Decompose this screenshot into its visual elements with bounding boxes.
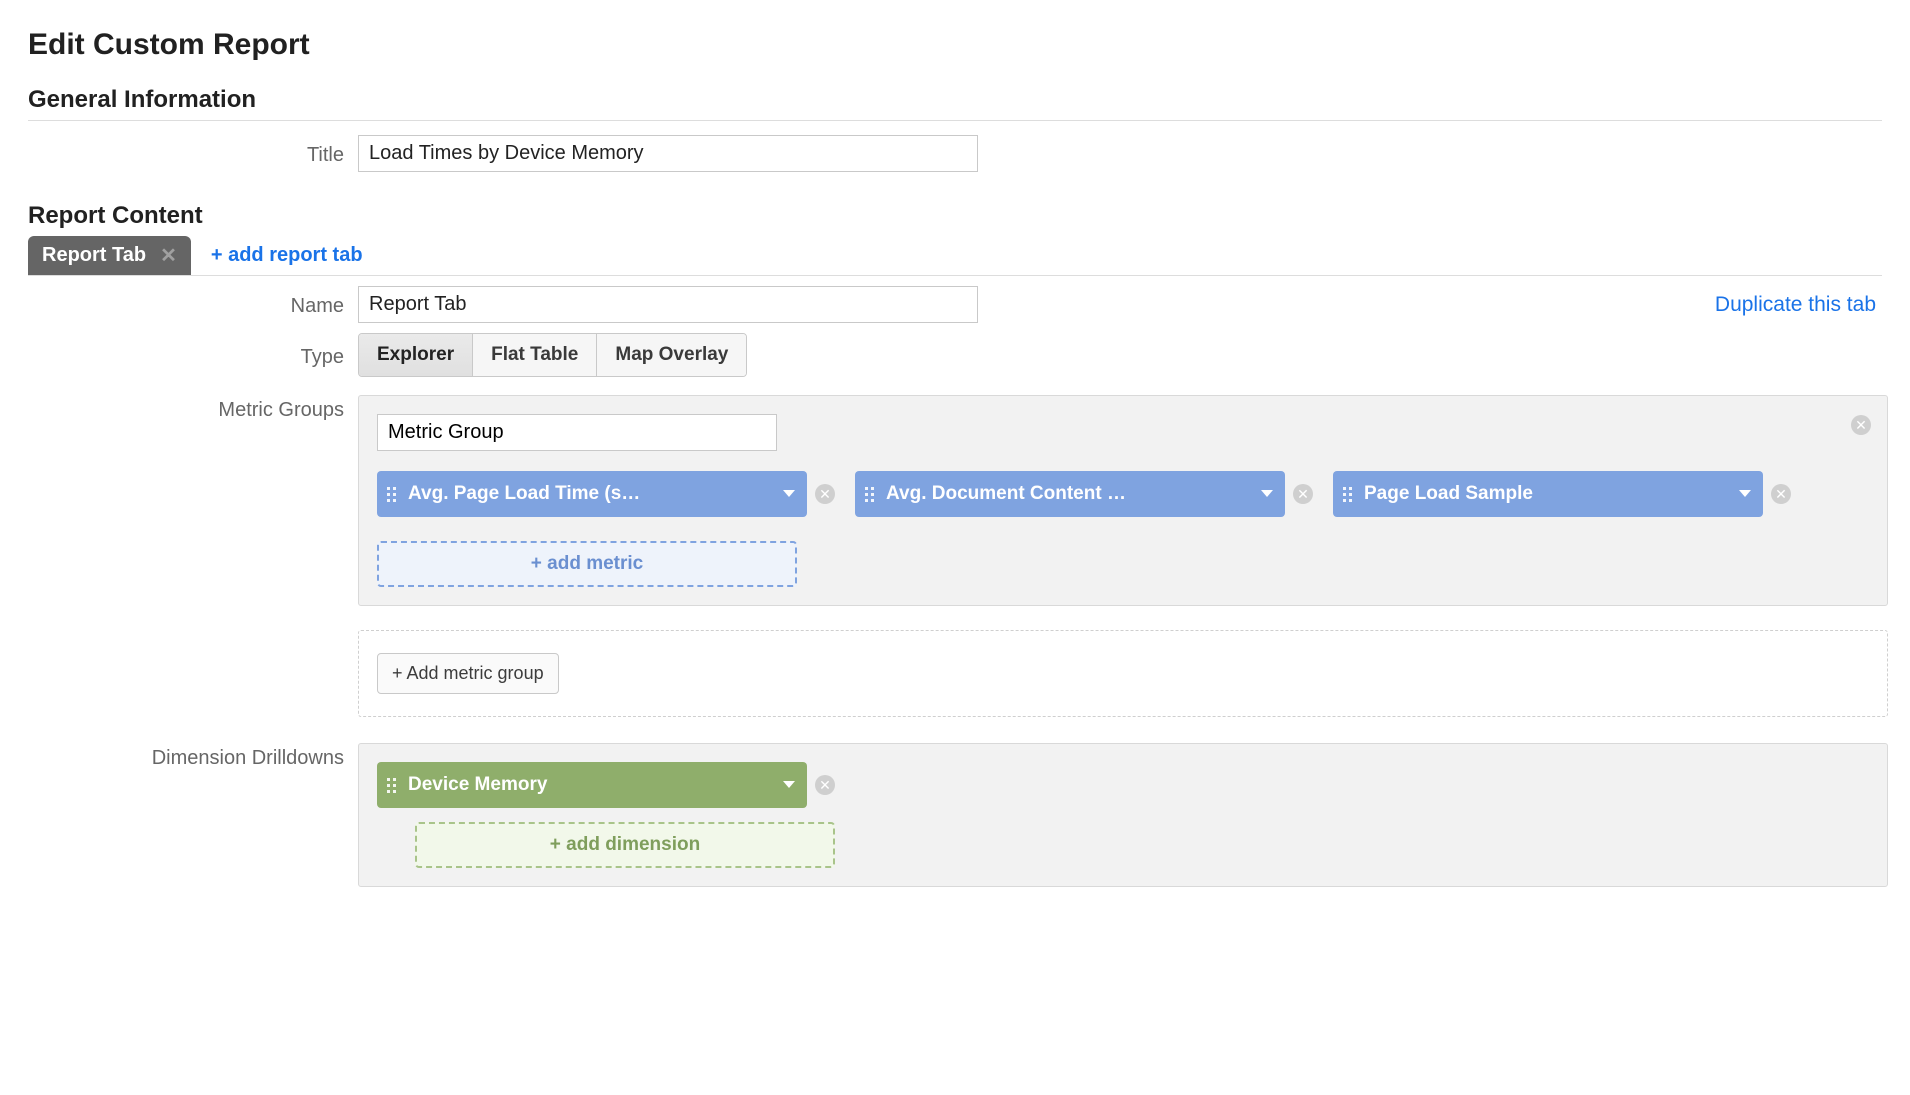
caret-down-icon: [783, 781, 795, 789]
type-option-flat-table[interactable]: Flat Table: [472, 334, 596, 376]
drag-handle-icon[interactable]: [1343, 487, 1352, 502]
metric-chip-wrap: Avg. Page Load Time (s… ✕: [377, 471, 835, 517]
metric-groups-label: Metric Groups: [28, 395, 358, 422]
section-report-content: Report Content: [28, 202, 1882, 232]
remove-metric-group-button[interactable]: ✕: [1851, 410, 1871, 436]
tab-type-segmented: Explorer Flat Table Map Overlay: [358, 333, 747, 377]
dimension-chip-column: Device Memory ✕ + add dimension: [377, 762, 1869, 868]
drag-handle-icon[interactable]: [865, 487, 874, 502]
caret-down-icon: [1739, 490, 1751, 498]
remove-metric-button[interactable]: ✕: [815, 484, 835, 504]
close-icon[interactable]: ✕: [160, 246, 177, 266]
type-option-explorer[interactable]: Explorer: [359, 334, 472, 376]
type-option-map-overlay[interactable]: Map Overlay: [596, 334, 746, 376]
edit-custom-report-page: Edit Custom Report General Information T…: [0, 0, 1910, 917]
metric-chip-page-load-sample[interactable]: Page Load Sample: [1333, 471, 1763, 517]
metric-chip-label: Page Load Sample: [1364, 483, 1729, 505]
drag-handle-icon[interactable]: [387, 778, 396, 793]
metric-chip-avg-document-content[interactable]: Avg. Document Content …: [855, 471, 1285, 517]
report-title-input[interactable]: [358, 135, 978, 172]
title-label: Title: [28, 140, 358, 167]
metric-group-name-input[interactable]: [377, 414, 777, 451]
metric-chip-label: Avg. Document Content …: [886, 483, 1251, 505]
metric-groups-row: Metric Groups ✕ Avg. Page Load Time (s… …: [28, 395, 1882, 717]
tab-type-row: Type Explorer Flat Table Map Overlay: [28, 333, 1882, 377]
dimension-drilldowns-label: Dimension Drilldowns: [28, 743, 358, 770]
title-row: Title: [28, 135, 1882, 172]
metric-chip-row: Avg. Page Load Time (s… ✕ Avg. Document …: [377, 471, 1869, 587]
dimension-drilldowns-row: Dimension Drilldowns Device Memory ✕ + a…: [28, 743, 1882, 887]
duplicate-tab-link[interactable]: Duplicate this tab: [1715, 293, 1882, 317]
metric-chip-label: Avg. Page Load Time (s…: [408, 483, 773, 505]
metric-chip-avg-page-load-time[interactable]: Avg. Page Load Time (s…: [377, 471, 807, 517]
add-metric-group-button[interactable]: + Add metric group: [377, 653, 559, 694]
add-dimension-button[interactable]: + add dimension: [415, 822, 835, 868]
section-general-information: General Information: [28, 86, 1882, 116]
close-icon: ✕: [815, 484, 835, 504]
dimension-chip-device-memory[interactable]: Device Memory: [377, 762, 807, 808]
tab-name-row: Name Duplicate this tab: [28, 286, 1882, 323]
metric-chip-wrap: Avg. Document Content … ✕: [855, 471, 1313, 517]
add-metric-button[interactable]: + add metric: [377, 541, 797, 587]
dimension-drilldowns-box: Device Memory ✕ + add dimension: [358, 743, 1888, 887]
divider: [28, 120, 1882, 121]
close-icon: ✕: [815, 775, 835, 795]
remove-metric-button[interactable]: ✕: [1293, 484, 1313, 504]
add-metric-group-box: + Add metric group: [358, 630, 1888, 717]
add-report-tab-button[interactable]: + add report tab: [207, 236, 367, 275]
close-icon: ✕: [1771, 484, 1791, 504]
tab-name-input[interactable]: [358, 286, 978, 323]
close-icon: ✕: [1293, 484, 1313, 504]
remove-metric-button[interactable]: ✕: [1771, 484, 1791, 504]
tab-name-label: Name: [28, 291, 358, 318]
caret-down-icon: [1261, 490, 1273, 498]
drag-handle-icon[interactable]: [387, 487, 396, 502]
report-tab-label: Report Tab: [42, 244, 146, 267]
tab-type-label: Type: [28, 342, 358, 369]
metric-group-box: ✕ Avg. Page Load Time (s… ✕: [358, 395, 1888, 606]
dimension-chip-wrap: Device Memory ✕: [377, 762, 1869, 808]
dimension-chip-label: Device Memory: [408, 774, 773, 796]
remove-dimension-button[interactable]: ✕: [815, 775, 835, 795]
caret-down-icon: [783, 490, 795, 498]
page-title: Edit Custom Report: [28, 28, 1882, 62]
close-icon: ✕: [1851, 415, 1871, 435]
metric-chip-wrap: Page Load Sample ✕: [1333, 471, 1791, 517]
report-tab-active[interactable]: Report Tab ✕: [28, 236, 191, 275]
report-tabs-bar: Report Tab ✕ + add report tab: [28, 236, 1882, 276]
